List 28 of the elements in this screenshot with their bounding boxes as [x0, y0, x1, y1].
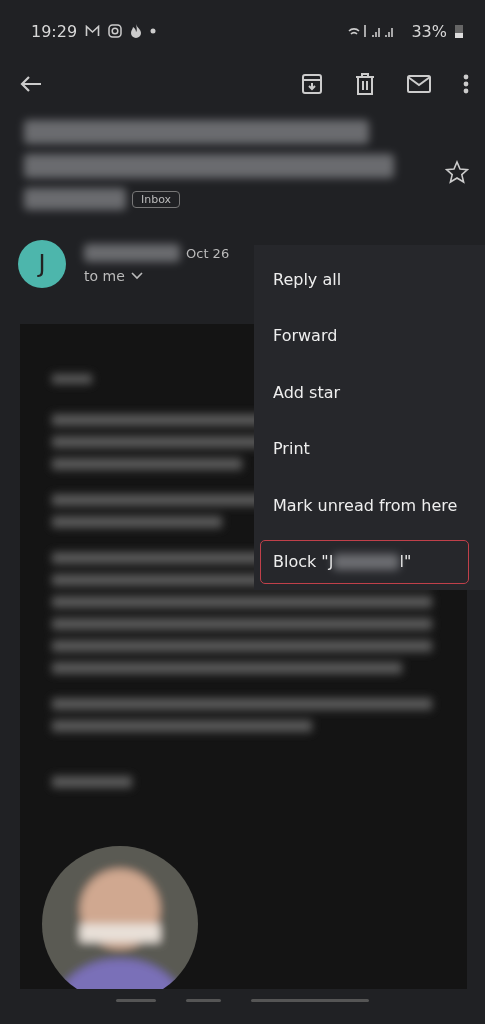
archive-icon[interactable]: [301, 73, 323, 95]
menu-item[interactable]: Forward: [254, 307, 479, 364]
inbox-label: Inbox: [132, 190, 181, 208]
status-time: 19:29: [31, 21, 78, 41]
trash-icon[interactable]: [355, 73, 375, 95]
star-icon[interactable]: [445, 160, 469, 184]
notification-dot-icon: [150, 28, 157, 34]
back-icon[interactable]: [20, 75, 42, 93]
battery-icon: [455, 24, 463, 38]
menu-item[interactable]: Block "J l": [260, 539, 469, 584]
nav-handle[interactable]: [186, 999, 221, 1002]
blurred-text: [333, 553, 400, 570]
menu-item[interactable]: Add star: [254, 364, 479, 421]
nav-handle[interactable]: [116, 999, 156, 1002]
more-icon[interactable]: [463, 74, 469, 94]
mail-icon: [85, 25, 101, 37]
camera-icon: [108, 24, 123, 38]
menu-item[interactable]: Print: [254, 420, 479, 477]
mail-icon[interactable]: [407, 75, 431, 93]
menu-item[interactable]: Reply all: [254, 251, 479, 308]
flame-icon: [130, 24, 143, 38]
message-date: Oct 26: [186, 245, 230, 261]
chevron-down-icon[interactable]: [130, 272, 143, 280]
recipient-label[interactable]: to me: [84, 268, 125, 284]
battery-percentage: 33%: [411, 21, 447, 41]
sender-avatar: J: [18, 240, 66, 288]
nav-handle[interactable]: [251, 999, 369, 1002]
menu-item[interactable]: Mark unread from here: [254, 477, 479, 534]
